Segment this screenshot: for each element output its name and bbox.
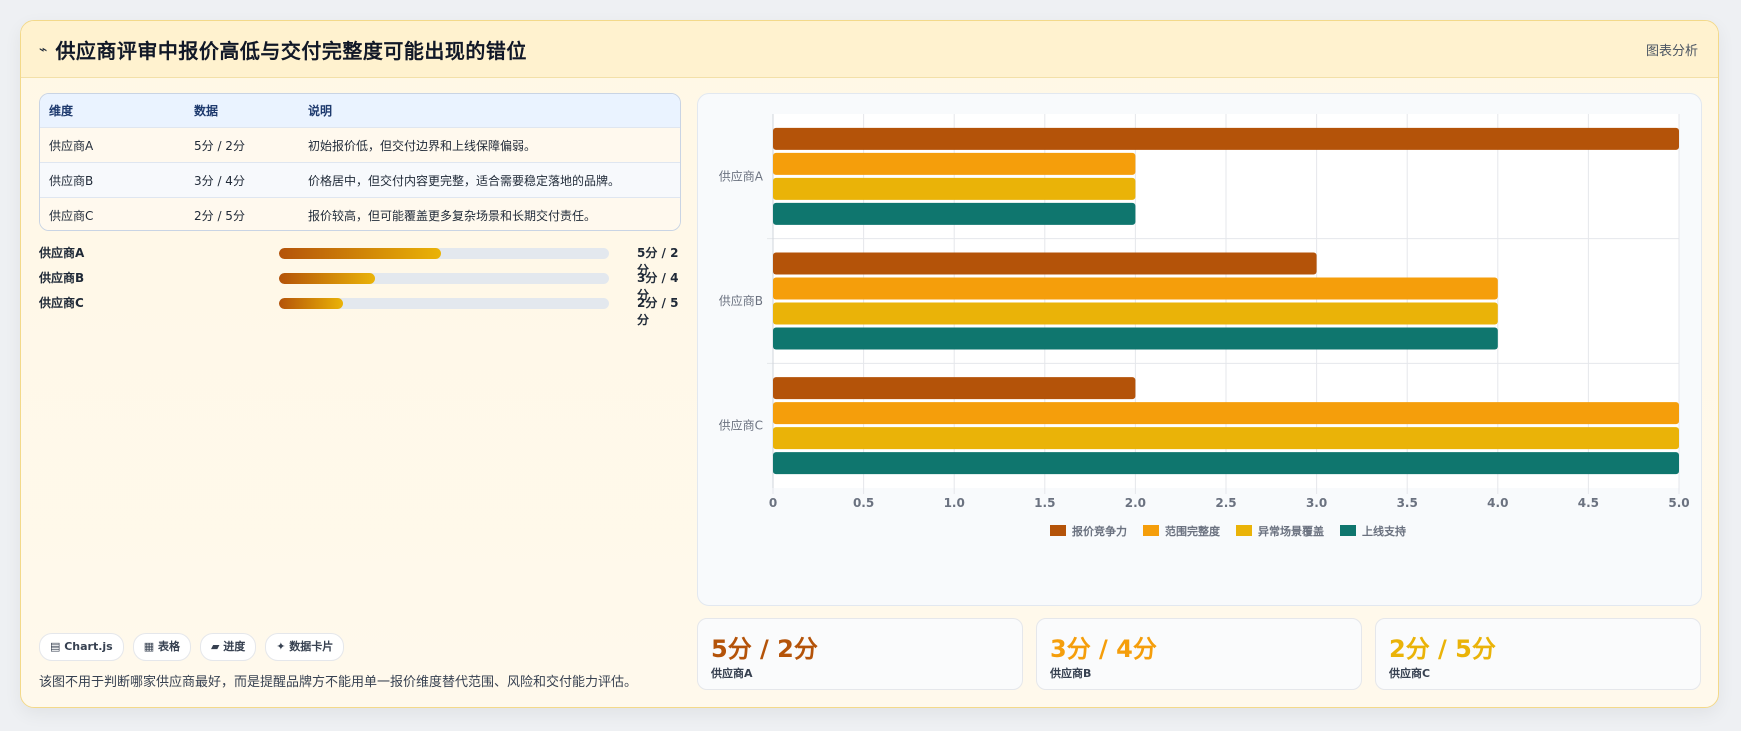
bar-chart: 0 0.5 1.0 1.5 2.0 2.5 3.0 3.5 4.0 4.5 5.0 供应商A 供应商B 供… [719,114,1690,538]
bar [773,452,1679,475]
bar [773,152,1136,175]
bar [773,327,1498,350]
progress-label: 供应商A [39,246,85,260]
table-row: 供应商B 3分 / 4分 价格居中，但交付内容更完整，适合需要稳定落地的品牌。 [40,162,680,197]
x-tick-label: 5.0 [1668,496,1689,510]
x-tick-label: 4.0 [1487,496,1508,510]
progress-track [279,248,609,259]
progress-list: 供应商A 5分 / 2分 供应商B 3分 / 4分 供应商C 2分 / 5分 [39,241,681,327]
legend-swatch [1143,525,1159,536]
bar [773,427,1679,450]
stat-label: 供应商C [1389,667,1431,680]
stat-value: 3分 / 4分 [1050,635,1157,663]
table-row: 供应商C 2分 / 5分 报价较高，但可能覆盖更多复杂场景和长期交付责任。 [40,197,680,230]
bar [773,377,1136,400]
table-header-cell: 维度 [49,104,74,118]
bar [773,127,1679,150]
bar [773,277,1498,300]
progress-fill [279,248,441,259]
x-tick-label: 4.5 [1578,496,1599,510]
x-tick-label: 3.5 [1397,496,1418,510]
table-cell: 供应商B [49,173,94,188]
legend-label: 上线支持 [1362,524,1406,538]
analysis-card: ⌁ 供应商评审中报价高低与交付完整度可能出现的错位 图表分析 维度 数据 说明 … [20,20,1719,708]
pill-table[interactable]: ▦ 表格 [132,633,191,661]
bar [773,202,1136,225]
x-tick-label: 2.5 [1215,496,1236,510]
progress-track [279,298,609,309]
x-tick-label: 0.5 [853,496,874,510]
card-header: ⌁ 供应商评审中报价高低与交付完整度可能出现的错位 图表分析 [21,21,1718,78]
table-row: 供应商A 5分 / 2分 初始报价低，但交付边界和上线保障偏弱。 [40,127,680,162]
progress-label: 供应商B [39,271,85,285]
feature-pills: ▤ Chart.js ▦ 表格 ▰ 进度 ✦ 数据卡片 [39,633,353,661]
y-tick-label: 供应商C [719,418,763,433]
legend-swatch [1340,525,1356,536]
progress-row: 供应商C 2分 / 5分 [39,291,681,327]
chart-analysis-label: 图表分析 [1645,44,1698,59]
pill-progress[interactable]: ▰ 进度 [199,633,257,661]
bar [773,252,1317,275]
progress-fill [279,298,344,309]
legend-label: 报价竞争力 [1072,524,1127,538]
y-tick-label: 供应商A [719,168,764,183]
x-tick-label: 0 [769,496,777,510]
stat-card: 5分 / 2分 供应商A [697,618,1023,690]
progress-value: 2分 / 5分 [637,296,679,327]
footnote: 该图不用于判断哪家供应商最好，而是提醒品牌方不能用单一报价维度替代范围、风险和交… [39,675,638,690]
chart-line-icon: ⌁ [39,41,48,58]
data-table: 维度 数据 说明 供应商A 5分 / 2分 初始报价低，但交付边界和上线保障偏弱… [39,93,681,231]
bar [773,177,1136,200]
table-header-row: 维度 数据 说明 [40,94,680,127]
x-tick-label: 3.0 [1306,496,1327,510]
table-cell: 报价较高，但可能覆盖更多复杂场景和长期交付责任。 [308,208,597,223]
stat-card: 2分 / 5分 供应商C [1375,618,1701,690]
progress-label: 供应商C [39,296,84,310]
progress-row: 供应商A 5分 / 2分 [39,241,681,277]
pill-data-card[interactable]: ✦ 数据卡片 [265,633,345,661]
x-tick-label: 2.0 [1125,496,1146,510]
table-cell: 3分 / 4分 [194,173,245,188]
table-cell: 供应商C [49,208,94,223]
table-cell: 2分 / 5分 [194,208,245,223]
x-tick-label: 1.0 [944,496,965,510]
y-tick-label: 供应商B [719,293,763,308]
stat-label: 供应商B [1050,667,1092,680]
stat-value: 2分 / 5分 [1389,635,1496,663]
progress-row: 供应商B 3分 / 4分 [39,266,681,302]
bar [773,302,1498,325]
progress-fill [279,273,375,284]
table-header-cell: 数据 [194,104,219,118]
table-cell: 价格居中，但交付内容更完整，适合需要稳定落地的品牌。 [308,173,621,188]
stat-label: 供应商A [711,667,753,680]
legend-label: 范围完整度 [1165,524,1221,538]
legend-swatch [1050,525,1066,536]
table-header-cell: 说明 [308,104,333,118]
table-cell: 5分 / 2分 [194,138,245,153]
legend-swatch [1236,525,1252,536]
table-cell: 初始报价低，但交付边界和上线保障偏弱。 [308,138,537,153]
table-cell: 供应商A [49,138,94,153]
stat-value: 5分 / 2分 [711,635,818,663]
bar [773,402,1679,425]
chart-panel: 0 0.5 1.0 1.5 2.0 2.5 3.0 3.5 4.0 4.5 5.0 供应商A 供应商B 供… [697,93,1702,606]
pill-chartjs[interactable]: ▤ Chart.js [39,633,124,661]
x-tick-label: 1.5 [1034,496,1055,510]
page-title: 供应商评审中报价高低与交付完整度可能出现的错位 [55,39,527,63]
stat-card: 3分 / 4分 供应商B [1036,618,1362,690]
progress-track [279,273,609,284]
legend-label: 异常场景覆盖 [1258,524,1324,538]
